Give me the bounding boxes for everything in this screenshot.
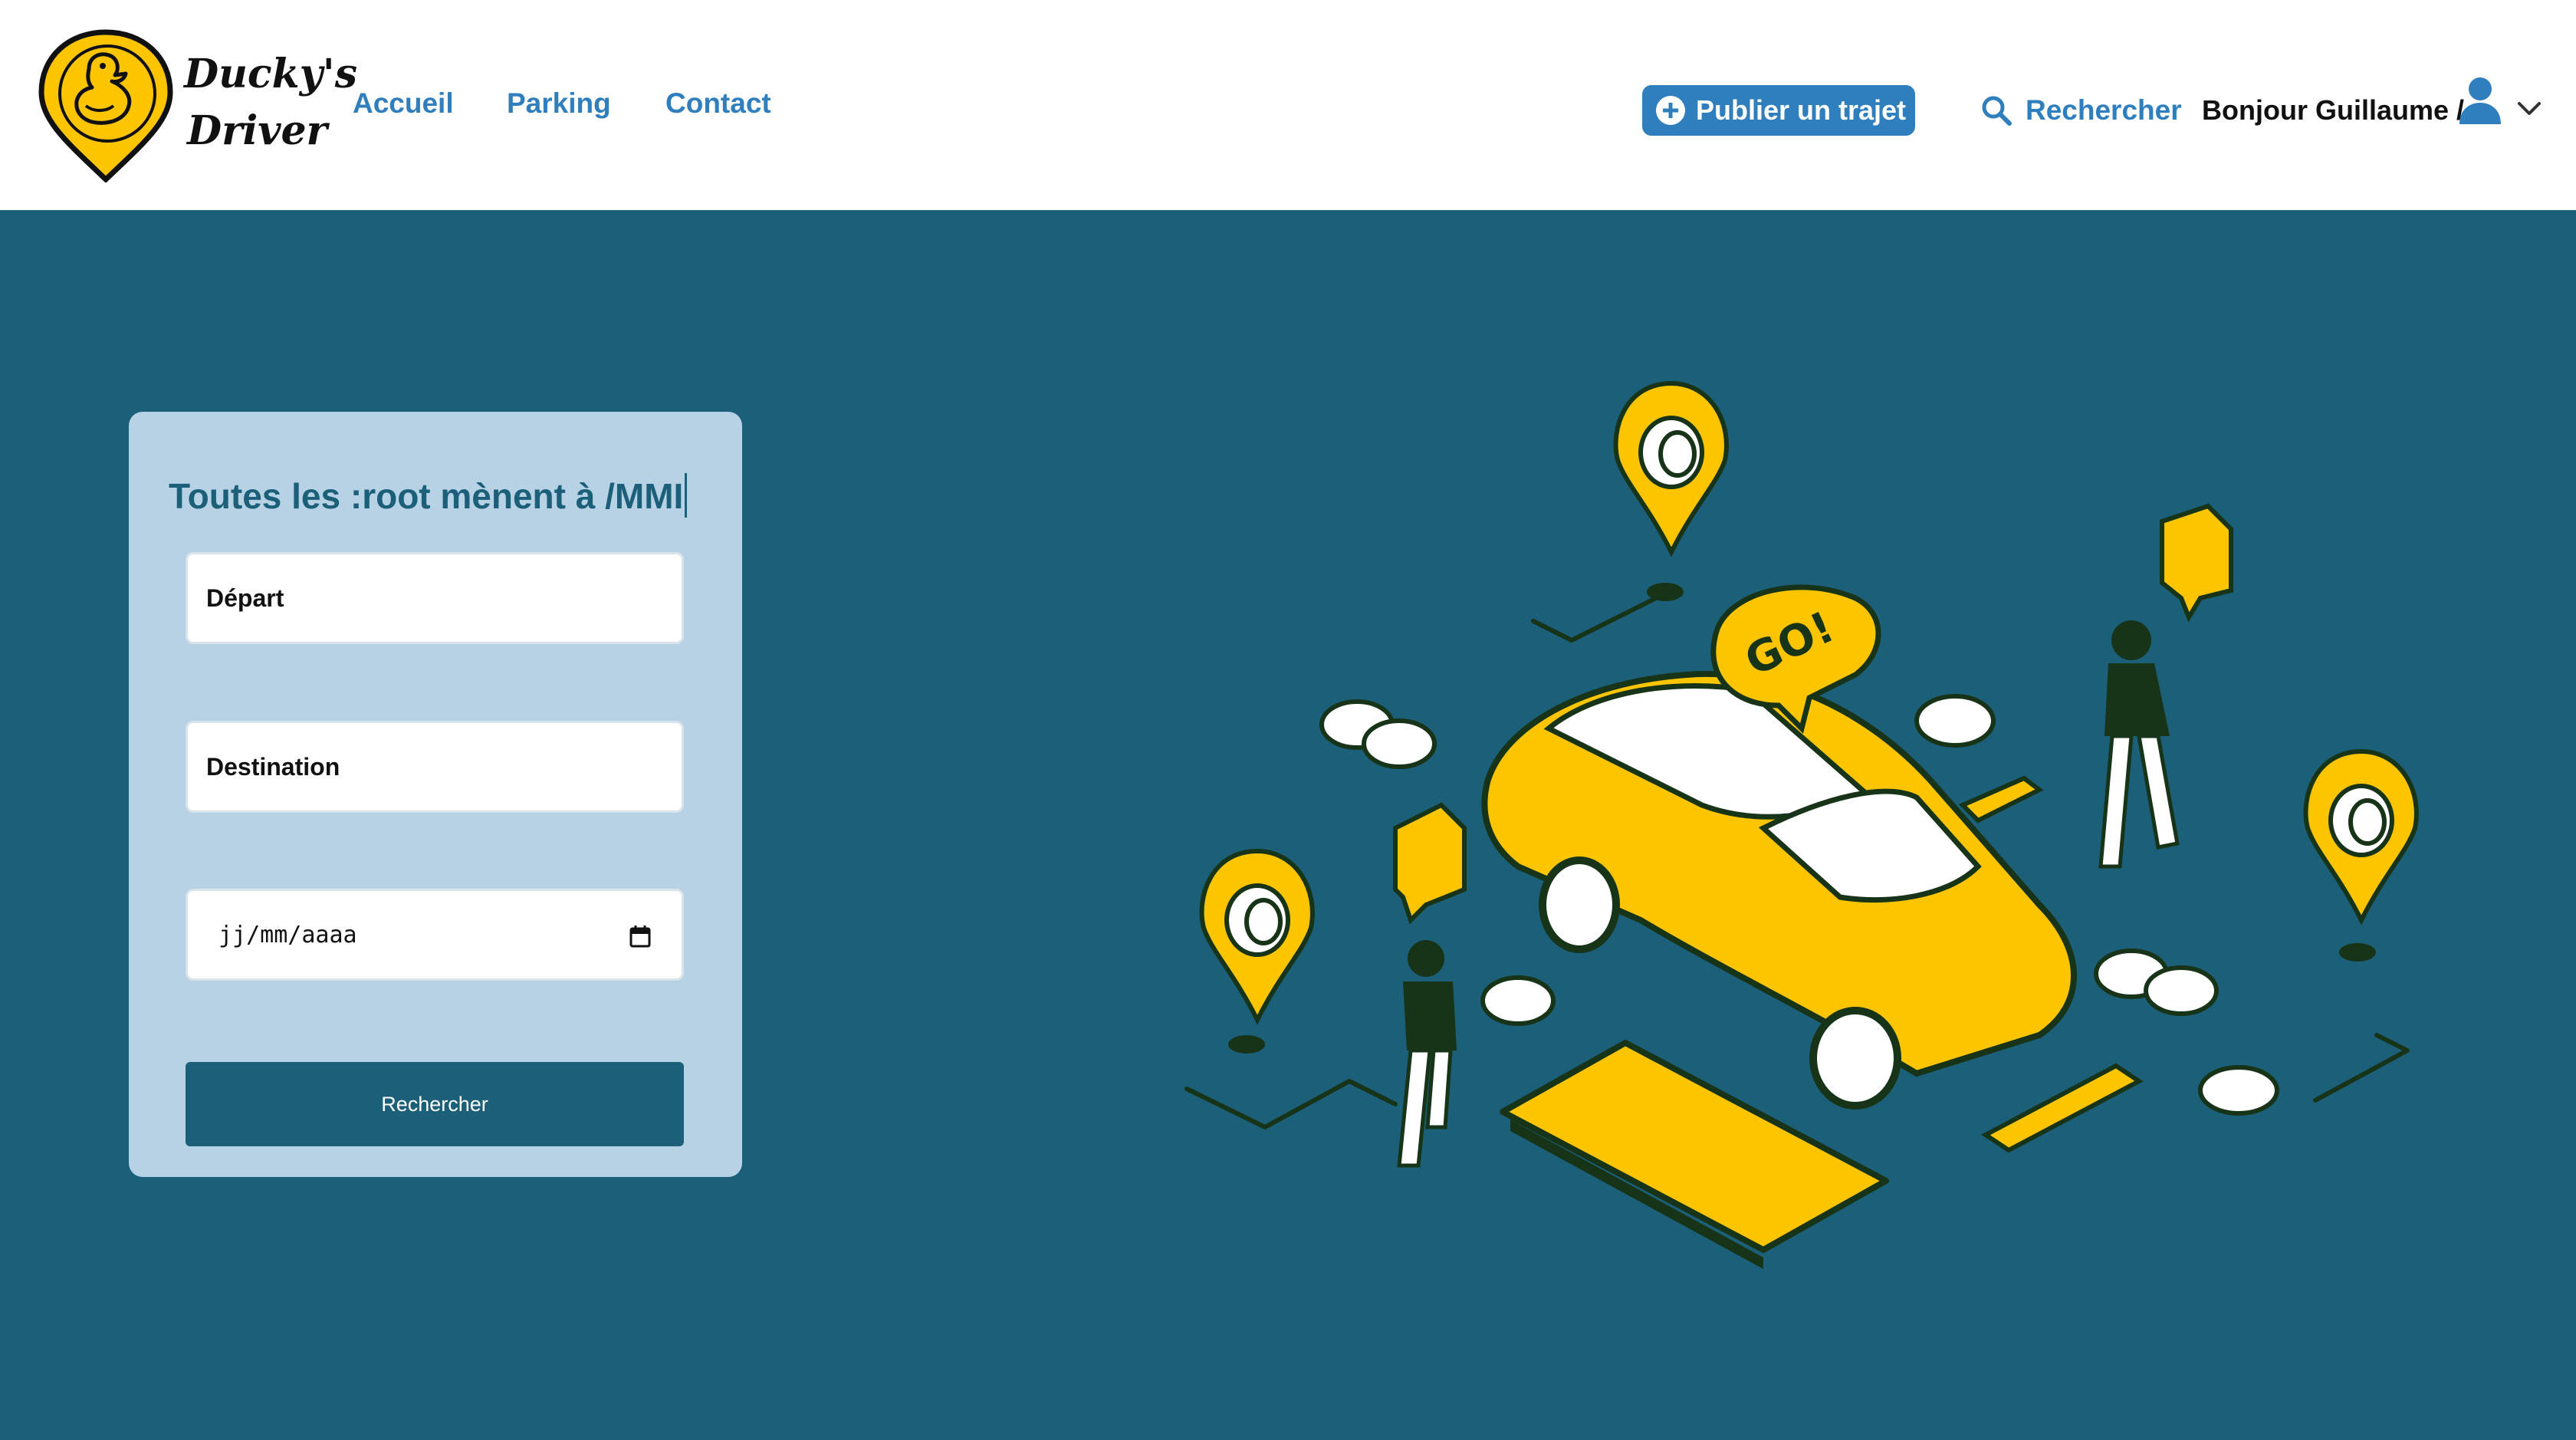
duck-logo-icon[interactable]	[38, 29, 173, 182]
user-icon[interactable]	[2458, 77, 2502, 126]
nav-link-accueil[interactable]: Accueil	[353, 84, 454, 123]
publish-trip-label: Publier un trajet	[1696, 94, 1907, 126]
brand-name-line2: Driver	[187, 107, 327, 154]
header-search-label: Rechercher	[2026, 94, 2182, 126]
date-input[interactable]: jj/mm/aaaa	[186, 889, 684, 981]
date-placeholder: jj/mm/aaaa	[219, 921, 357, 948]
departure-input[interactable]: Départ	[186, 552, 684, 644]
search-card-title: Toutes les :root mènent à /MMI	[169, 473, 688, 518]
header-search-link[interactable]: Rechercher	[1981, 90, 2182, 130]
brand-name-line1: Ducky's	[184, 51, 358, 97]
chevron-down-icon[interactable]	[2516, 100, 2542, 118]
search-card: Toutes les :root mènent à /MMI Départ De…	[129, 412, 742, 1177]
brand-name[interactable]: Ducky's Driver	[184, 46, 358, 159]
user-greeting: Bonjour Guillaume /	[2202, 94, 2465, 126]
search-icon	[1982, 96, 2012, 126]
destination-input[interactable]: Destination	[186, 721, 684, 813]
top-navbar: Ducky's Driver Accueil Parking Contact P…	[0, 0, 2576, 210]
nav-link-parking[interactable]: Parking	[507, 84, 611, 123]
carpool-illustration: GO!	[1184, 380, 2419, 1269]
map-pin-illustration	[1613, 380, 1729, 557]
plus-circle-icon	[1656, 96, 1685, 125]
text-caret	[685, 473, 688, 518]
publish-trip-button[interactable]: Publier un trajet	[1642, 85, 1915, 136]
search-submit-button[interactable]: Rechercher	[186, 1062, 684, 1146]
car-illustration: GO!	[1481, 584, 2077, 1110]
calendar-icon[interactable]	[629, 925, 651, 948]
search-card-title-text: Toutes les :root mènent à /MMI	[169, 476, 684, 516]
nav-link-contact[interactable]: Contact	[665, 84, 771, 123]
